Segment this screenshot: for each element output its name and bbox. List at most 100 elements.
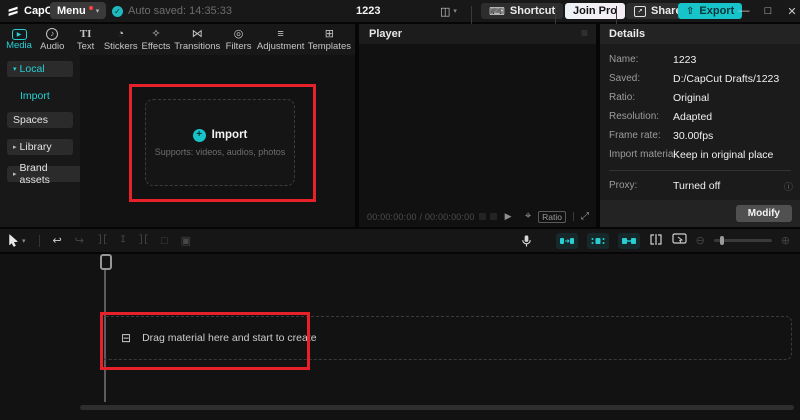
prev-frame-button[interactable] bbox=[478, 213, 486, 220]
preview-axis-button[interactable] bbox=[671, 232, 687, 250]
player-controls: 00:00:00:00 / 00:00:00:00 ▶ ⌖ Ratio ⤢ bbox=[359, 206, 596, 227]
play-icon[interactable]: ▶ bbox=[505, 211, 512, 222]
tab-media[interactable]: ▶ Media bbox=[4, 28, 34, 51]
info-icon: ⓘ bbox=[783, 182, 793, 192]
detail-row-saved: Saved: D:/CapCut Drafts/1223 bbox=[609, 72, 780, 85]
tab-stickers[interactable]: ◔ Stickers bbox=[104, 28, 138, 52]
tab-filters[interactable]: ◎ Filters bbox=[224, 28, 254, 52]
close-button[interactable]: ✕ bbox=[785, 0, 799, 22]
divider bbox=[609, 170, 791, 171]
details-panel: Details Name: 1223 Saved: D:/CapCut Draf… bbox=[600, 24, 800, 227]
media-panel: ▶ Media ♪ Audio TI Text ◔ Stickers ✧ Eff… bbox=[0, 24, 355, 227]
export-button[interactable]: ⇧ Export bbox=[678, 3, 743, 19]
snapshot-icon[interactable]: ⌖ bbox=[525, 210, 531, 223]
tab-effects[interactable]: ✧ Effects bbox=[141, 28, 171, 52]
zoom-in-icon[interactable]: ⊕ bbox=[781, 234, 790, 247]
media-body: ▾ Local Import Spaces ▸ Library ▸ Brand … bbox=[0, 55, 355, 227]
chevron-down-icon: ▾ bbox=[13, 66, 17, 73]
player-title: Player bbox=[369, 28, 403, 40]
preview-axis-icon bbox=[671, 232, 687, 244]
details-header: Details bbox=[600, 24, 800, 44]
link-clips-toggle[interactable] bbox=[617, 232, 640, 249]
asset-tab-bar: ▶ Media ♪ Audio TI Text ◔ Stickers ✧ Eff… bbox=[0, 24, 355, 55]
audio-icon: ♪ bbox=[46, 27, 59, 40]
menu-button[interactable]: Menu ▾ bbox=[50, 2, 107, 19]
timeline-zoom-slider[interactable] bbox=[713, 236, 772, 245]
zoom-out-icon[interactable]: ⊖ bbox=[696, 234, 705, 247]
chevron-down-icon: ▾ bbox=[22, 237, 26, 245]
title-bar: CapCut Menu ▾ ✓ Auto saved: 14:35:33 122… bbox=[0, 0, 800, 28]
sidebar-item-spaces[interactable]: Spaces bbox=[7, 112, 73, 128]
tab-templates[interactable]: ⊞ Templates bbox=[308, 28, 351, 52]
chevron-right-icon: ▸ bbox=[13, 171, 17, 178]
split-view-icon bbox=[649, 233, 662, 245]
timeline-drop-hint: Drag material here and start to create bbox=[142, 332, 317, 344]
redo-icon[interactable]: ↪ bbox=[75, 234, 84, 247]
sidebar-item-library[interactable]: ▸ Library bbox=[7, 139, 73, 155]
ratio-button[interactable]: Ratio bbox=[538, 210, 566, 223]
transitions-icon: ⋈ bbox=[191, 27, 203, 40]
tab-transitions[interactable]: ⋈ Transitions bbox=[174, 28, 220, 52]
next-frame-button[interactable] bbox=[489, 213, 497, 220]
details-footer: Modify bbox=[600, 200, 800, 227]
film-icon: ⊟ bbox=[121, 331, 132, 345]
timeline-dropzone[interactable]: ⊟ Drag material here and start to create bbox=[100, 316, 792, 360]
panel-menu-icon[interactable]: ≡ bbox=[581, 26, 588, 40]
sidebar-item-import[interactable]: Import bbox=[14, 88, 56, 104]
notification-dot bbox=[88, 5, 93, 10]
detail-row-import-material: Import material: Keep in original place bbox=[609, 148, 774, 161]
minimize-button[interactable]: — bbox=[737, 0, 751, 22]
tab-text[interactable]: TI Text bbox=[71, 28, 101, 52]
tab-adjustment[interactable]: ≡ Adjustment bbox=[257, 28, 305, 52]
details-title: Details bbox=[609, 28, 646, 40]
split-icon[interactable]: ][ bbox=[97, 235, 108, 246]
sidebar-item-local[interactable]: ▾ Local bbox=[7, 61, 73, 77]
join-pro-label: Join Pro bbox=[573, 5, 618, 17]
trim-right-icon[interactable]: ][ bbox=[138, 235, 149, 246]
menu-label: Menu bbox=[57, 4, 86, 17]
autosave-text: Auto saved: 14:35:33 bbox=[128, 5, 232, 17]
divider bbox=[573, 212, 574, 221]
chevron-right-icon: ▸ bbox=[13, 144, 17, 151]
import-dropzone[interactable]: + Import Supports: videos, audios, photo… bbox=[145, 99, 295, 186]
sidebar-item-brand-assets[interactable]: ▸ Brand assets bbox=[7, 162, 83, 186]
magnetic-snap-toggle[interactable] bbox=[586, 232, 609, 249]
shortcut-button[interactable]: ⌨ Shortcut bbox=[481, 3, 564, 19]
horizontal-scrollbar[interactable] bbox=[80, 405, 794, 410]
zoom-slider-handle[interactable] bbox=[719, 236, 724, 245]
timeline-area[interactable]: ⊟ Drag material here and start to create bbox=[0, 254, 800, 420]
check-icon: ✓ bbox=[112, 5, 123, 17]
share-icon: ↗ bbox=[634, 5, 646, 17]
effects-icon: ✧ bbox=[151, 27, 161, 40]
freeze-frame-icon[interactable]: ▣ bbox=[181, 234, 191, 247]
detail-row-resolution: Resolution: Adapted bbox=[609, 110, 713, 123]
select-tool-button[interactable]: ▾ bbox=[8, 234, 26, 247]
detail-row-name: Name: 1223 bbox=[609, 53, 697, 66]
chevron-down-icon: ▾ bbox=[453, 8, 457, 15]
auto-cut-toggle[interactable] bbox=[555, 232, 578, 249]
record-voiceover-button[interactable] bbox=[520, 234, 533, 248]
split-view-button[interactable] bbox=[649, 232, 663, 250]
magnetic-snap-icon bbox=[591, 237, 605, 244]
fullscreen-icon[interactable]: ⤢ bbox=[581, 211, 589, 222]
delete-icon[interactable]: □ bbox=[161, 235, 168, 247]
details-rows: Name: 1223 Saved: D:/CapCut Drafts/1223 … bbox=[600, 50, 800, 164]
detail-row-ratio: Ratio: Original bbox=[609, 91, 710, 104]
share-label: Share bbox=[651, 5, 682, 17]
playhead-handle[interactable] bbox=[100, 254, 112, 270]
undo-icon[interactable]: ↩ bbox=[53, 234, 62, 247]
modify-button[interactable]: Modify bbox=[735, 205, 792, 222]
timecode: 00:00:00:00 / 00:00:00:00 bbox=[367, 211, 475, 222]
layout-switch-button[interactable]: ◫ ▾ bbox=[440, 0, 457, 22]
trim-left-icon[interactable]: I bbox=[120, 235, 126, 246]
plus-icon: + bbox=[192, 128, 206, 142]
media-content: + Import Supports: videos, audios, photo… bbox=[80, 55, 355, 227]
maximize-button[interactable]: □ bbox=[761, 0, 775, 22]
tab-audio[interactable]: ♪ Audio bbox=[37, 27, 67, 52]
media-sidebar: ▾ Local Import Spaces ▸ Library ▸ Brand … bbox=[0, 55, 83, 227]
layout-icon: ◫ bbox=[440, 5, 451, 18]
capcut-logo-icon bbox=[8, 6, 18, 16]
text-icon: TI bbox=[79, 27, 92, 40]
project-title: 1223 bbox=[356, 5, 381, 17]
timeline-toolbar: ▾ ↩ ↪ ][ I ][ □ ▣ ⊖ ⊕ bbox=[0, 229, 800, 252]
